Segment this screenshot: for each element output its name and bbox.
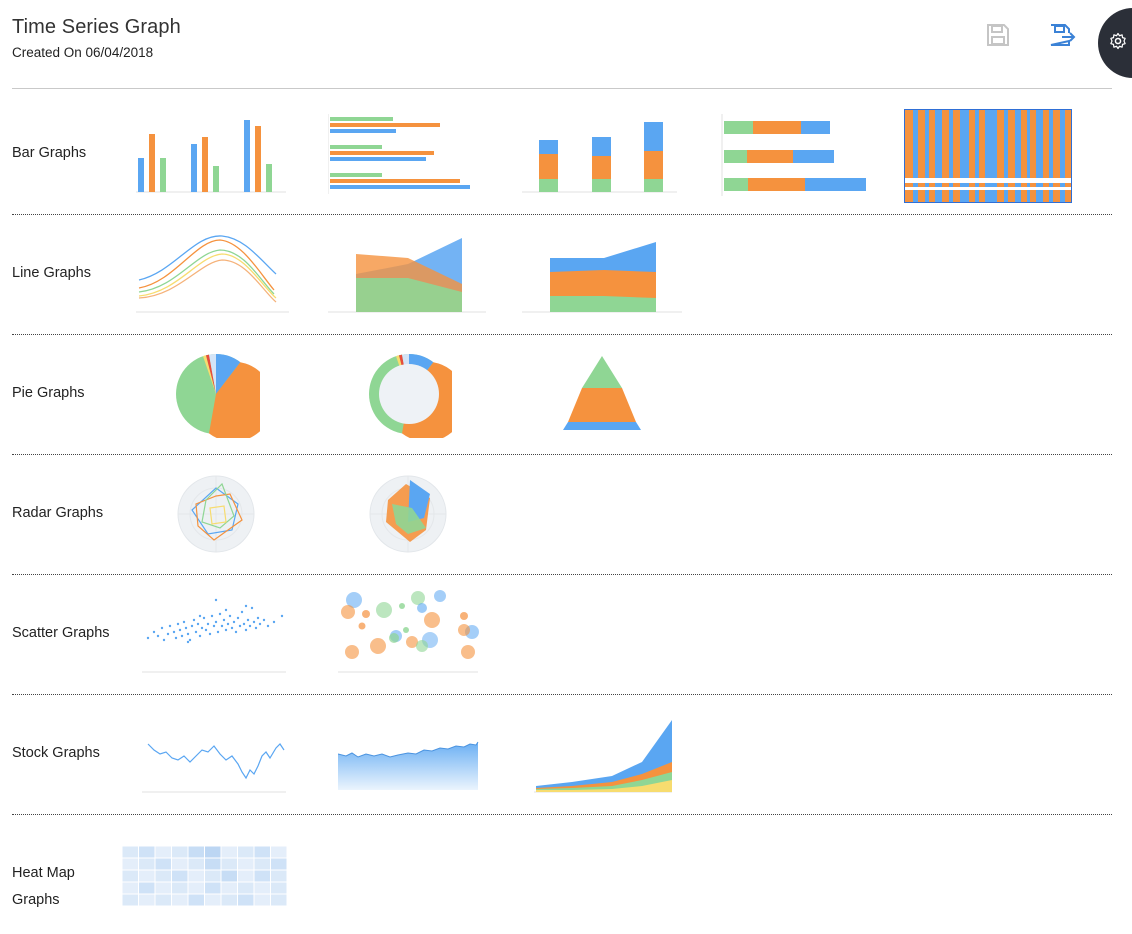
row-label-bar-graphs: Bar Graphs (12, 145, 87, 161)
radar-graph-line-thumb[interactable] (176, 474, 258, 554)
page-header: Time Series Graph Created On 06/04/2018 (12, 16, 181, 60)
settings-button[interactable] (1098, 8, 1132, 78)
scatter-graph-points-thumb[interactable] (142, 596, 292, 676)
bar-graph-stacked-horizontal-thumb[interactable] (712, 114, 872, 199)
save-as-icon (1050, 24, 1076, 46)
bar-graph-stacked-column-thumb[interactable] (522, 116, 682, 196)
row-label-stock-graphs: Stock Graphs (12, 745, 100, 761)
bar-graph-stacked-percent-thumb[interactable] (904, 109, 1072, 203)
bar-graph-clustered-horizontal-thumb[interactable] (328, 114, 488, 199)
row-label-pie-graphs: Pie Graphs (12, 385, 85, 401)
pie-graphs-row: Pie Graphs (12, 334, 1112, 455)
gear-icon (1110, 32, 1126, 50)
pie-graph-pyramid-thumb[interactable] (562, 354, 644, 434)
row-label-scatter-graphs: Scatter Graphs (12, 625, 110, 641)
header-divider (12, 88, 1112, 89)
row-label-line-graphs: Line Graphs (12, 265, 91, 281)
radar-graphs-row: Radar Graphs (12, 454, 1112, 575)
pie-graph-donut-thumb[interactable] (366, 352, 452, 438)
heat-map-graphs-row: Heat Map Graphs (12, 814, 1112, 934)
scatter-graph-bubble-thumb[interactable] (338, 590, 484, 676)
save-as-button[interactable] (1048, 22, 1076, 48)
scatter-graphs-row: Scatter Graphs (12, 574, 1112, 695)
pie-graph-pie-thumb[interactable] (174, 352, 260, 438)
radar-graph-filled-thumb[interactable] (368, 474, 450, 554)
created-on-text: Created On 06/04/2018 (12, 45, 154, 60)
row-label-radar-graphs: Radar Graphs (12, 505, 104, 521)
line-graphs-row: Line Graphs (12, 214, 1112, 335)
line-graph-stacked-area-thumb[interactable] (522, 236, 682, 316)
row-label-heat-map-graphs: Heat Map Graphs (12, 865, 75, 908)
stock-graph-stacked-area-thumb[interactable] (532, 714, 678, 796)
save-icon (987, 24, 1009, 46)
line-graph-multi-line-thumb[interactable] (134, 232, 294, 316)
heat-map-graph-thumb[interactable] (122, 846, 288, 908)
save-button[interactable] (985, 22, 1011, 48)
stock-graph-line-thumb[interactable] (142, 716, 292, 796)
stock-graph-area-thumb[interactable] (338, 716, 484, 796)
line-graph-overlapping-area-thumb[interactable] (328, 236, 488, 316)
page-title: Time Series Graph (12, 16, 181, 38)
bar-graphs-row: Bar Graphs (12, 94, 1112, 215)
stock-graphs-row: Stock Graphs (12, 694, 1112, 815)
bar-graph-clustered-column-thumb[interactable] (134, 116, 304, 196)
